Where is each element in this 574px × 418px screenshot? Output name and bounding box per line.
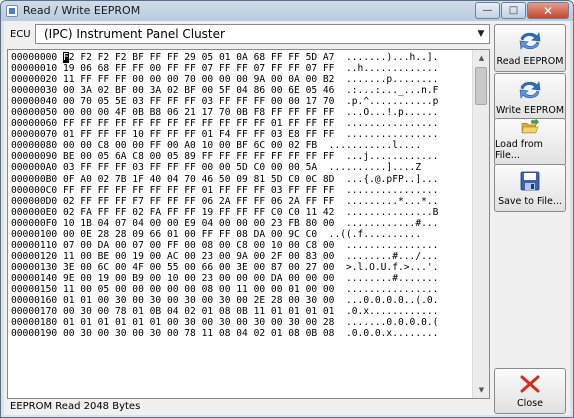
folder-open-icon: [521, 119, 539, 134]
hex-line[interactable]: 000000B0 0F A0 02 7B 1F 40 04 70 46 50 0…: [11, 174, 469, 185]
write-arrows-icon: [519, 81, 541, 99]
read-eeprom-button[interactable]: Read EEPROM: [494, 24, 566, 72]
maximize-button[interactable]: □: [501, 2, 526, 19]
hex-line[interactable]: 00000160 01 01 00 30 00 30 00 30 00 30 0…: [11, 295, 469, 306]
write-eeprom-label: Write EEPROM: [495, 105, 565, 116]
hex-line[interactable]: 00000000 F2 F2 F2 F2 BF FF FF 29 05 01 0…: [11, 52, 469, 63]
close-icon: ✕: [542, 3, 554, 18]
hex-line[interactable]: 000000C0 FF FF FF FF FF FF FF FF 01 FF F…: [11, 185, 469, 196]
hex-line[interactable]: 00000180 01 01 01 01 01 01 00 30 00 30 0…: [11, 317, 469, 328]
hex-line[interactable]: 00000140 9E 00 19 00 B9 00 10 00 23 00 0…: [11, 273, 469, 284]
hex-line[interactable]: 00000120 11 00 BE 00 19 00 AC 00 23 00 9…: [11, 251, 469, 262]
save-to-file-label: Save to File...: [498, 196, 562, 207]
hex-line[interactable]: 00000020 11 FF FF FF 00 00 00 70 00 00 0…: [11, 74, 469, 85]
window-controls: — □ ✕: [474, 2, 569, 19]
hex-line[interactable]: 00000040 00 70 05 5E 03 FF FF FF 03 FF F…: [11, 96, 469, 107]
hex-line[interactable]: 00000190 00 30 00 30 00 30 00 78 11 08 0…: [11, 328, 469, 339]
minimize-icon: —: [482, 5, 493, 16]
eeprom-window: Read / Write EEPROM — □ ✕ ECU (IPC) Inst…: [0, 0, 574, 418]
hex-line[interactable]: 00000030 00 3A 02 BF 00 3A 02 BF 00 5F 0…: [11, 85, 469, 96]
hex-line[interactable]: 00000050 00 00 00 4F 0B B8 06 21 17 70 0…: [11, 107, 469, 118]
title-bar[interactable]: Read / Write EEPROM — □ ✕: [1, 1, 573, 21]
vertical-scrollbar[interactable]: ▲ ▼: [472, 50, 489, 398]
hex-editor[interactable]: 00000000 F2 F2 F2 F2 BF FF FF 29 05 01 0…: [7, 49, 490, 399]
hex-line[interactable]: 00000130 3E 00 6C 00 4F 00 55 00 66 00 3…: [11, 262, 469, 273]
hex-line[interactable]: 00000080 00 00 C8 00 00 FF 00 A0 10 00 B…: [11, 140, 469, 151]
hex-line[interactable]: 000000D0 02 FF FF FF F7 FF FF FF 06 2A F…: [11, 196, 469, 207]
read-eeprom-label: Read EEPROM: [496, 56, 564, 67]
hex-line[interactable]: 00000010 19 06 68 FF FF 00 FF FF 07 FF F…: [11, 63, 469, 74]
floppy-disk-icon: [520, 171, 540, 191]
ecu-selected-value: (IPC) Instrument Panel Cluster: [44, 27, 225, 41]
hex-line[interactable]: 00000150 11 00 05 00 00 00 00 00 08 00 1…: [11, 284, 469, 295]
load-from-file-label: Load from File...: [495, 139, 543, 161]
scroll-thumb[interactable]: [475, 67, 487, 105]
hex-line[interactable]: 00000090 BE 00 05 6A C8 00 05 89 FF FF F…: [11, 151, 469, 162]
close-button[interactable]: Close: [494, 368, 566, 414]
hex-line[interactable]: 00000110 07 00 DA 00 07 00 FF 00 08 00 C…: [11, 240, 469, 251]
ecu-select[interactable]: (IPC) Instrument Panel Cluster ▼: [35, 24, 490, 44]
hex-line[interactable]: 000000E0 02 FA FF FF 02 FA FF FF 19 FF F…: [11, 207, 469, 218]
hex-line[interactable]: 000000F0 10 1B 04 07 04 00 00 E9 04 00 0…: [11, 218, 469, 229]
window-title: Read / Write EEPROM: [23, 4, 141, 17]
chevron-down-icon[interactable]: ▼: [473, 25, 489, 43]
minimize-button[interactable]: —: [475, 2, 500, 19]
app-icon: [6, 5, 18, 17]
client-area: ECU (IPC) Instrument Panel Cluster ▼ 000…: [4, 21, 570, 415]
maximize-icon: □: [508, 5, 519, 16]
hex-dump[interactable]: 00000000 F2 F2 F2 F2 BF FF FF 29 05 01 0…: [11, 52, 469, 339]
scroll-down-icon[interactable]: ▼: [474, 382, 489, 398]
status-text: EEPROM Read 2048 Bytes: [10, 401, 141, 412]
read-arrows-icon: [519, 32, 541, 50]
close-label: Close: [517, 398, 543, 409]
hex-line[interactable]: 00000060 FF FF FF FF FF FF FF FF FF FF F…: [11, 118, 469, 129]
scroll-up-icon[interactable]: ▲: [474, 50, 489, 66]
window-close-button[interactable]: ✕: [527, 2, 569, 19]
save-to-file-button[interactable]: Save to File...: [494, 164, 566, 212]
hex-line[interactable]: 00000170 00 30 00 78 01 0B 04 02 01 08 0…: [11, 306, 469, 317]
write-eeprom-button[interactable]: Write EEPROM: [494, 73, 566, 121]
hex-line[interactable]: 00000100 00 0E 28 28 09 66 01 00 FF FF 0…: [11, 229, 469, 240]
ecu-label: ECU: [10, 29, 31, 40]
hex-line[interactable]: 000000A0 03 FF FF FF 03 FF FF FF 00 00 5…: [11, 162, 469, 173]
hex-line[interactable]: 00000070 01 FF FF FF 10 FF FF FF 01 F4 F…: [11, 129, 469, 140]
load-from-file-button[interactable]: Load from File...: [494, 118, 566, 166]
red-x-icon: [520, 375, 540, 393]
